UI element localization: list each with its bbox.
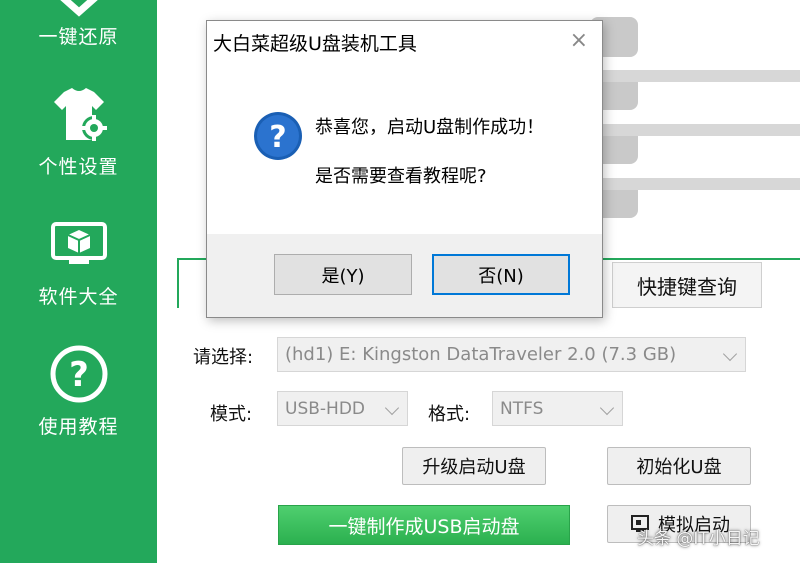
dialog-message: 恭喜您，启动U盘制作成功！	[315, 117, 545, 138]
make-usb-boot-button[interactable]: 一键制作成USB启动盘	[278, 505, 570, 545]
chevron-down-icon	[599, 400, 615, 416]
sidebar-item-label: 个性设置	[38, 156, 119, 178]
sidebar-item-restore[interactable]: 一键还原	[0, 0, 157, 49]
select-label: 请选择:	[193, 347, 254, 368]
sidebar-item-label: 使用教程	[38, 416, 119, 438]
message-dialog: 大白菜超级U盘装机工具 × ? 恭喜您，启动U盘制作成功！ 是否需要查看教程呢?…	[206, 20, 603, 318]
svg-text:?: ?	[69, 355, 89, 395]
initialize-usb-button[interactable]: 初始化U盘	[607, 447, 751, 485]
tab-active[interactable]	[177, 258, 207, 308]
mode-select[interactable]: USB-HDD	[277, 391, 408, 426]
sidebar: 一键还原 个性设置 软件大全 ? 使用教程	[0, 0, 157, 563]
format-label: 格式:	[428, 404, 471, 425]
monitor-box-icon	[50, 222, 107, 264]
svg-text:?: ?	[269, 120, 286, 155]
close-icon[interactable]: ×	[570, 30, 588, 52]
question-icon: ?	[254, 112, 302, 160]
mode-select-value: USB-HDD	[285, 398, 365, 419]
sidebar-item-personalize[interactable]: 个性设置	[0, 86, 157, 179]
watermark: 头条 @IT小日记	[637, 529, 760, 549]
format-select-value: NTFS	[500, 398, 544, 419]
dialog-title: 大白菜超级U盘装机工具	[213, 33, 417, 55]
help-icon: ?	[50, 345, 107, 403]
device-select-value: (hd1) E: Kingston DataTraveler 2.0 (7.3 …	[285, 344, 677, 365]
device-select[interactable]: (hd1) E: Kingston DataTraveler 2.0 (7.3 …	[277, 337, 746, 372]
chevron-down-icon	[384, 400, 400, 416]
restore-icon	[59, 0, 98, 17]
dialog-question: 是否需要查看教程呢?	[315, 166, 487, 187]
sidebar-item-label: 一键还原	[38, 26, 119, 48]
mode-label: 模式:	[210, 404, 253, 425]
upgrade-usb-button[interactable]: 升级启动U盘	[402, 447, 546, 485]
divider	[601, 178, 800, 190]
divider	[601, 70, 800, 82]
sidebar-item-software[interactable]: 软件大全	[0, 222, 157, 309]
no-button[interactable]: 否(N)	[432, 254, 570, 295]
divider	[601, 124, 800, 136]
tab-shortcut-query[interactable]: 快捷键查询	[612, 262, 762, 308]
sidebar-item-label: 软件大全	[38, 286, 119, 308]
format-select[interactable]: NTFS	[492, 391, 623, 426]
sidebar-item-tutorial[interactable]: ? 使用教程	[0, 344, 157, 439]
chevron-down-icon	[722, 346, 738, 362]
shirt-gear-icon	[53, 88, 107, 141]
yes-button[interactable]: 是(Y)	[274, 254, 412, 295]
